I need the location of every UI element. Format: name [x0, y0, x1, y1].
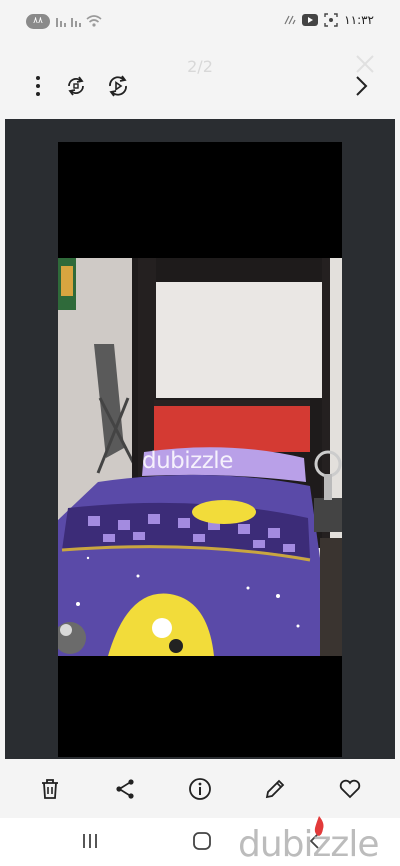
youtube-icon [302, 14, 319, 26]
photo-watermark: dubizzle [142, 448, 233, 474]
screenshot-icon [324, 13, 338, 27]
autoplay-icon[interactable] [106, 74, 130, 98]
dubizzle-watermark: dubizzle [238, 824, 379, 865]
next-arrow-icon[interactable] [352, 75, 370, 97]
rotate-icon[interactable] [64, 74, 88, 98]
heart-icon[interactable] [337, 776, 363, 802]
status-bar: ٨٨ ١١:٣٢ [0, 0, 400, 44]
action-bar [0, 760, 400, 818]
image-counter: 2/2 [187, 57, 213, 76]
edit-icon[interactable] [262, 776, 288, 802]
home-icon[interactable] [192, 831, 212, 851]
more-vertical-icon[interactable] [28, 74, 48, 98]
viewer-header: 2/2 [0, 44, 400, 120]
clock: ١١:٣٢ [344, 13, 374, 27]
close-icon[interactable] [354, 53, 376, 75]
recents-icon[interactable] [80, 832, 100, 850]
battery-indicator: ٨٨ [26, 14, 50, 29]
wifi-icon [86, 15, 102, 27]
mute-icon [284, 15, 296, 25]
info-icon[interactable] [187, 776, 213, 802]
share-icon[interactable] [112, 776, 138, 802]
trash-icon[interactable] [37, 776, 63, 802]
